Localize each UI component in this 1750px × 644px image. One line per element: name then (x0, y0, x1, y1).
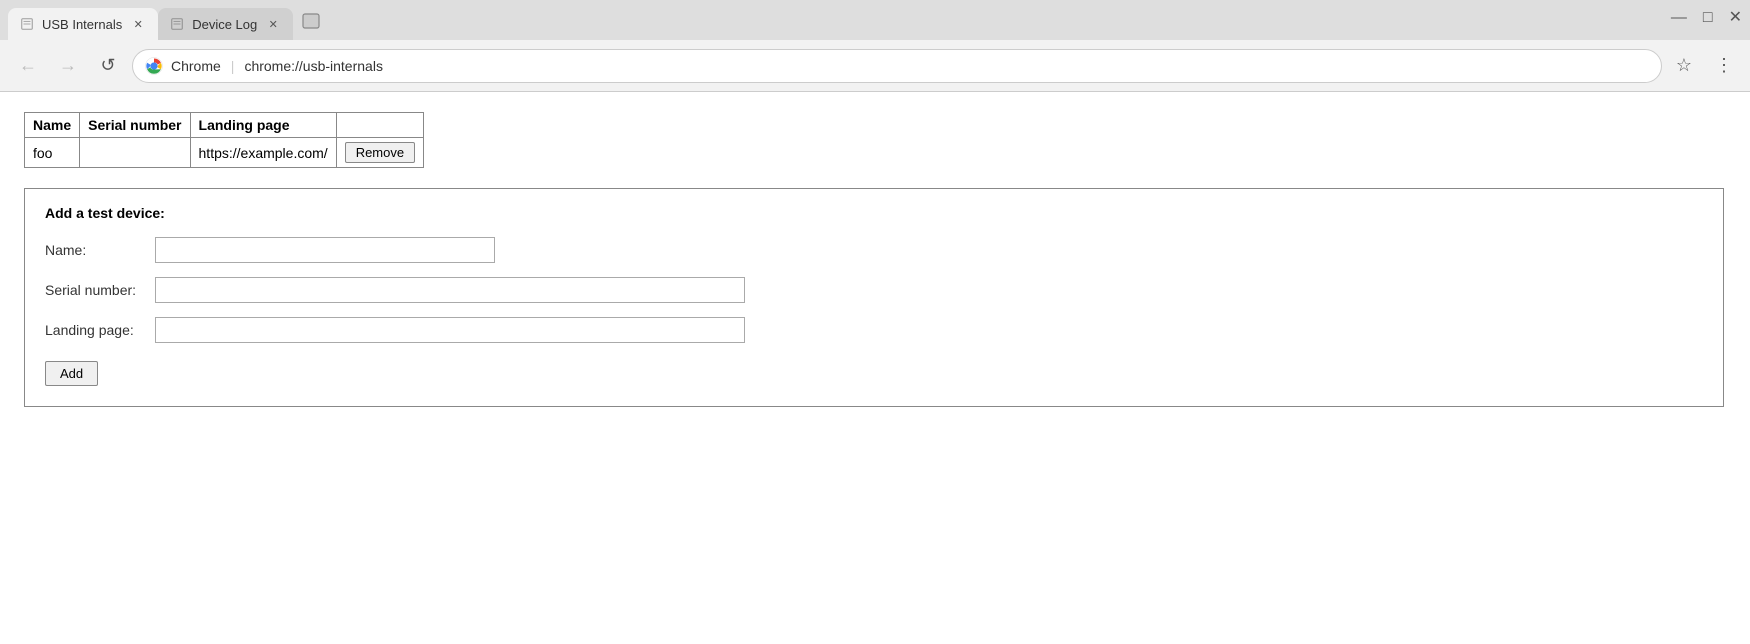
landing-input[interactable] (155, 317, 745, 343)
forward-button[interactable]: → (52, 50, 84, 82)
landing-label: Landing page: (45, 322, 155, 338)
tab-icon-usb (20, 17, 34, 31)
landing-form-row: Landing page: (45, 317, 1703, 343)
new-tab-button[interactable] (297, 8, 325, 36)
col-name-header: Name (25, 113, 80, 138)
minimize-button[interactable]: — (1671, 10, 1687, 26)
row-landing: https://example.com/ (190, 138, 336, 168)
name-label: Name: (45, 242, 155, 258)
reload-button[interactable]: ↺ (92, 50, 124, 82)
serial-form-row: Serial number: (45, 277, 1703, 303)
address-bar[interactable]: Chrome | chrome://usb-internals (132, 49, 1662, 83)
table-header-row: Name Serial number Landing page (25, 113, 424, 138)
chrome-logo-icon (145, 57, 163, 75)
col-serial-header: Serial number (80, 113, 190, 138)
close-button[interactable]: ✕ (1729, 10, 1742, 26)
tab-usb-label: USB Internals (42, 17, 122, 32)
serial-label: Serial number: (45, 282, 155, 298)
toolbar: ← → ↺ Chrome | chrome://usb-internals ☆ … (0, 40, 1750, 92)
name-form-row: Name: (45, 237, 1703, 263)
tab-devlog-close[interactable]: ✕ (265, 16, 281, 32)
add-device-section: Add a test device: Name: Serial number: … (24, 188, 1724, 407)
page-content: Name Serial number Landing page foo http… (0, 92, 1750, 644)
serial-input[interactable] (155, 277, 745, 303)
tab-usb-close[interactable]: ✕ (130, 16, 146, 32)
tab-usb-internals[interactable]: USB Internals ✕ (8, 8, 158, 40)
col-action-header (336, 113, 423, 138)
maximize-button[interactable]: □ (1703, 10, 1713, 26)
add-button[interactable]: Add (45, 361, 98, 386)
table-row: foo https://example.com/ Remove (25, 138, 424, 168)
name-input[interactable] (155, 237, 495, 263)
tab-device-log[interactable]: Device Log ✕ (158, 8, 293, 40)
add-device-title: Add a test device: (45, 205, 1703, 221)
back-button[interactable]: ← (12, 50, 44, 82)
bookmark-button[interactable]: ☆ (1670, 52, 1698, 80)
address-url: chrome://usb-internals (244, 58, 383, 74)
col-landing-header: Landing page (190, 113, 336, 138)
title-bar: USB Internals ✕ Device Log ✕ — □ ✕ (0, 0, 1750, 40)
row-name: foo (25, 138, 80, 168)
tab-devlog-label: Device Log (192, 17, 257, 32)
window-controls: — □ ✕ (1671, 10, 1742, 26)
row-serial (80, 138, 190, 168)
tab-icon-devlog (170, 17, 184, 31)
address-separator: | (231, 58, 235, 74)
menu-button[interactable]: ⋮ (1710, 52, 1738, 80)
address-brand: Chrome (171, 58, 221, 74)
remove-button[interactable]: Remove (345, 142, 415, 163)
row-action: Remove (336, 138, 423, 168)
toolbar-right: ☆ ⋮ (1670, 52, 1738, 80)
device-table: Name Serial number Landing page foo http… (24, 112, 424, 168)
